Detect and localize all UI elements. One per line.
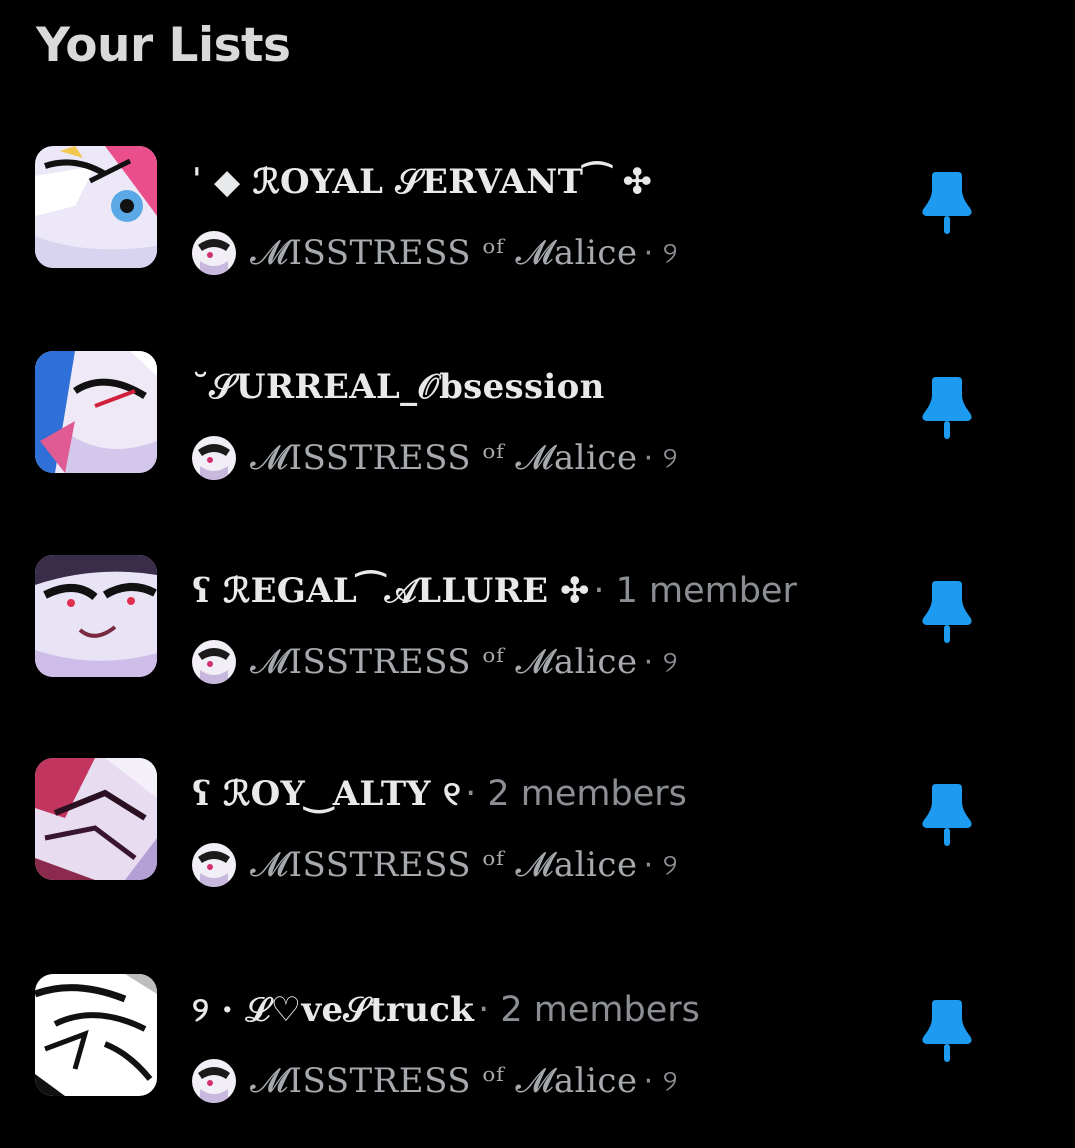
pin-icon	[922, 377, 972, 439]
pin-icon	[922, 172, 972, 234]
list-name: ʕ ℛOY‿ALTY ୧	[192, 774, 462, 814]
owner-name: 𝓜ISSTRESS ᵒᶠ 𝓜alice	[250, 438, 638, 478]
owner-avatar	[192, 231, 236, 275]
list-item[interactable]: ʕ ℛEGAL⁀𝒜LLURE ✣ · 1 member 𝓜ISSTRESS ᵒᶠ…	[0, 555, 1075, 705]
list-thumbnail	[35, 758, 157, 880]
list-name: ʕ ℛEGAL⁀𝒜LLURE ✣	[192, 571, 590, 611]
list-item[interactable]: ʕ ℛOY‿ALTY ୧ · 2 members 𝓜ISSTRESS ᵒᶠ 𝓜a…	[0, 758, 1075, 908]
member-count: · 2 members	[465, 774, 687, 814]
member-count: · 1 member	[593, 571, 797, 611]
owner-suffix: · ୨	[643, 235, 678, 271]
pin-icon	[922, 1000, 972, 1062]
pin-button[interactable]	[918, 784, 976, 854]
page-title: Your Lists	[36, 18, 291, 73]
pin-button[interactable]	[918, 581, 976, 651]
pin-icon	[922, 581, 972, 643]
list-item[interactable]: ୨ · ℒ♡ve𝒮truck · 2 members 𝓜ISSTRESS ᵒᶠ …	[0, 974, 1075, 1124]
owner-suffix: · ୨	[643, 847, 678, 883]
pin-icon	[922, 784, 972, 846]
owner-suffix: · ୨	[643, 440, 678, 476]
pin-button[interactable]	[918, 172, 976, 242]
list-thumbnail	[35, 146, 157, 268]
list-item[interactable]: ˘𝒮URREAL_𝒪bsession 𝓜ISSTRESS ᵒᶠ 𝓜alice ·…	[0, 351, 1075, 501]
pin-button[interactable]	[918, 377, 976, 447]
owner-name: 𝓜ISSTRESS ᵒᶠ 𝓜alice	[250, 845, 638, 885]
list-name: ୨ · ℒ♡ve𝒮truck	[192, 990, 475, 1030]
owner-avatar	[192, 843, 236, 887]
owner-avatar	[192, 436, 236, 480]
list-thumbnail	[35, 974, 157, 1096]
owner-avatar	[192, 640, 236, 684]
pin-button[interactable]	[918, 1000, 976, 1070]
list-name: ˘𝒮URREAL_𝒪bsession	[192, 367, 605, 407]
owner-name: 𝓜ISSTRESS ᵒᶠ 𝓜alice	[250, 642, 638, 682]
list-thumbnail	[35, 555, 157, 677]
list-thumbnail	[35, 351, 157, 473]
owner-name: 𝓜ISSTRESS ᵒᶠ 𝓜alice	[250, 233, 638, 273]
list-item[interactable]: ˈ ◆ ℛOYAL 𝒮ERVANT⁀ ✣ 𝓜ISSTRESS ᵒᶠ 𝓜alice…	[0, 146, 1075, 296]
owner-suffix: · ୨	[643, 644, 678, 680]
member-count: · 2 members	[478, 990, 700, 1030]
owner-name: 𝓜ISSTRESS ᵒᶠ 𝓜alice	[250, 1061, 638, 1101]
owner-avatar	[192, 1059, 236, 1103]
owner-suffix: · ୨	[643, 1063, 678, 1099]
list-name: ˈ ◆ ℛOYAL 𝒮ERVANT⁀ ✣	[192, 162, 652, 202]
